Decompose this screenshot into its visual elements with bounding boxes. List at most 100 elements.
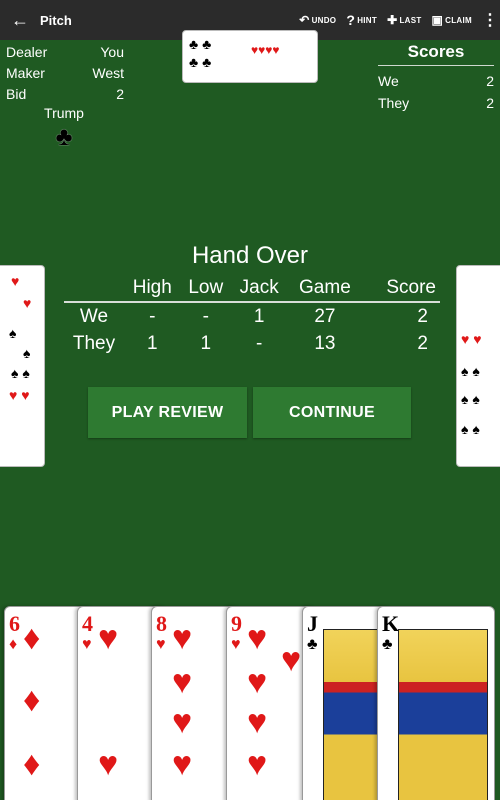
club-suit-icon: ♣ bbox=[55, 121, 73, 151]
table-header: High Low Jack Game Score bbox=[64, 274, 440, 303]
cell-jack: 1 bbox=[253, 305, 265, 327]
heart-icon: ♥ bbox=[98, 619, 119, 657]
heart-icon: ♥ bbox=[231, 636, 241, 653]
score-row-we: We 2 bbox=[378, 70, 494, 92]
card-king-clubs[interactable]: K ♣ bbox=[377, 606, 495, 800]
claim-label: CLAIM bbox=[445, 15, 472, 25]
col-game: Game bbox=[287, 274, 363, 303]
info-row-maker: Maker West bbox=[6, 63, 124, 84]
heart-icon: ♥ bbox=[23, 295, 32, 311]
heart-icon: ♥ bbox=[247, 745, 268, 783]
diamond-icon: ♦ bbox=[23, 619, 41, 657]
heart-icon: ♥ bbox=[172, 745, 193, 783]
heart-icon: ♥ bbox=[172, 703, 193, 741]
last-trick-button[interactable]: ✚ LAST bbox=[387, 13, 421, 27]
cell-game: 27 bbox=[314, 305, 336, 327]
heart-icon: ♥ bbox=[247, 663, 268, 701]
last-label: LAST bbox=[399, 15, 422, 25]
spade-icon: ♠ ♠ bbox=[461, 421, 480, 437]
club-icon: ♣ bbox=[307, 636, 318, 653]
north-played-cards: ♣ ♣ ♣ ♣ ♥♥♥♥ bbox=[182, 30, 318, 83]
col-jack: Jack bbox=[230, 274, 288, 303]
diamond-icon: ♦ bbox=[9, 636, 18, 653]
cell-low: - bbox=[202, 305, 209, 327]
spade-icon: ♠ bbox=[9, 325, 17, 341]
spade-icon: ♠ ♠ bbox=[11, 365, 30, 381]
table-row: They 1 1 - 13 2 bbox=[64, 330, 440, 358]
heart-icon: ♥ bbox=[98, 745, 119, 783]
continue-button[interactable]: CONTINUE bbox=[253, 387, 411, 438]
undo-button[interactable]: ↶ UNDO bbox=[299, 13, 336, 27]
card-rank: 9 bbox=[231, 611, 242, 636]
cell-score: 2 bbox=[417, 333, 428, 354]
undo-icon: ↶ bbox=[299, 13, 310, 27]
spade-icon: ♠ ♠ bbox=[461, 391, 480, 407]
col-low: Low bbox=[180, 274, 231, 303]
diamond-icon: ♦ bbox=[23, 745, 41, 783]
table-row: We - - 1 27 2 bbox=[64, 302, 440, 330]
team-they: They bbox=[378, 95, 410, 111]
heart-icon: ♥♥♥♥ bbox=[251, 43, 280, 57]
maker-value: West bbox=[92, 65, 124, 81]
hand-result-table: High Low Jack Game Score We - - 1 27 2 T… bbox=[64, 274, 440, 358]
trump-label: Trump bbox=[44, 105, 84, 121]
play-review-button[interactable]: PLAY REVIEW bbox=[88, 387, 247, 438]
cell-team: We bbox=[79, 305, 109, 327]
bid-value: 2 bbox=[116, 86, 124, 102]
cell-low: 1 bbox=[200, 333, 212, 354]
card-rank: K bbox=[382, 611, 400, 636]
col-high: High bbox=[124, 274, 181, 303]
dealer-label: Dealer bbox=[6, 44, 48, 60]
card-rank: J bbox=[307, 611, 318, 636]
claim-button[interactable]: ▣ CLAIM bbox=[432, 13, 472, 27]
hint-button[interactable]: ? HINT bbox=[346, 12, 377, 28]
arrow-left-icon: ← bbox=[11, 9, 29, 30]
diamond-icon: ♦ bbox=[23, 681, 41, 719]
team-we: We bbox=[378, 73, 399, 89]
heart-icon: ♥ ♥ bbox=[461, 331, 482, 347]
heart-icon: ♥ bbox=[82, 636, 92, 653]
spade-icon: ♠ ♠ bbox=[461, 363, 480, 379]
heart-icon: ♥ bbox=[11, 273, 20, 289]
cell-game: 13 bbox=[314, 333, 336, 354]
heart-icon: ♥ bbox=[247, 703, 268, 741]
club-icon: ♣ ♣ bbox=[189, 36, 212, 52]
cell-team: They bbox=[72, 333, 116, 354]
hint-icon: ? bbox=[346, 12, 356, 28]
app-title: Pitch bbox=[40, 12, 72, 28]
info-row-bid: Bid 2 bbox=[6, 84, 124, 105]
back-button[interactable]: ← bbox=[0, 0, 40, 40]
heart-icon: ♥ bbox=[172, 663, 193, 701]
player-hand: 6 ♦ ♦ ♦ ♦ 4 ♥ ♥ ♥ 8 ♥ ♥ ♥ ♥ ♥ 9 ♥ ♥ ♥ ♥ … bbox=[0, 600, 500, 800]
bid-label: Bid bbox=[6, 86, 27, 102]
west-card-stack: ♥ ♥ ♠ ♠ ♠ ♠ ♥ ♥ bbox=[0, 265, 45, 467]
info-row-dealer: Dealer You bbox=[6, 42, 124, 63]
hand-over-summary: Hand Over High Low Jack Game Score We - … bbox=[60, 238, 440, 358]
overflow-menu-icon[interactable]: ⋮ bbox=[482, 10, 498, 30]
col-team bbox=[64, 274, 124, 303]
card-rank: 4 bbox=[82, 611, 93, 636]
undo-label: UNDO bbox=[311, 15, 337, 25]
cell-jack: - bbox=[256, 333, 263, 354]
heart-icon: ♥ bbox=[156, 636, 166, 653]
hint-label: HINT bbox=[357, 15, 378, 25]
club-icon: ♣ ♣ bbox=[189, 54, 212, 70]
claim-icon: ▣ bbox=[431, 13, 444, 27]
east-card-stack: ♥ ♥ ♠ ♠ ♠ ♠ ♠ ♠ bbox=[456, 265, 500, 467]
heart-icon: ♥ ♥ bbox=[9, 387, 30, 403]
score-row-they: They 2 bbox=[378, 92, 494, 114]
heart-icon: ♥ bbox=[172, 619, 193, 657]
score-they: 2 bbox=[486, 95, 494, 111]
last-trick-icon: ✚ bbox=[387, 13, 398, 27]
maker-label: Maker bbox=[6, 65, 45, 81]
card-rank: 8 bbox=[156, 611, 167, 636]
jack-face-art bbox=[323, 629, 385, 800]
heart-icon: ♥ bbox=[281, 641, 302, 679]
king-face-art bbox=[398, 629, 488, 800]
trump-indicator: Trump ♣ bbox=[40, 105, 88, 151]
score-we: 2 bbox=[486, 73, 494, 89]
cell-high: - bbox=[149, 305, 156, 327]
dealer-value: You bbox=[100, 44, 124, 60]
club-icon: ♣ bbox=[382, 636, 393, 653]
spade-icon: ♠ bbox=[23, 345, 31, 361]
